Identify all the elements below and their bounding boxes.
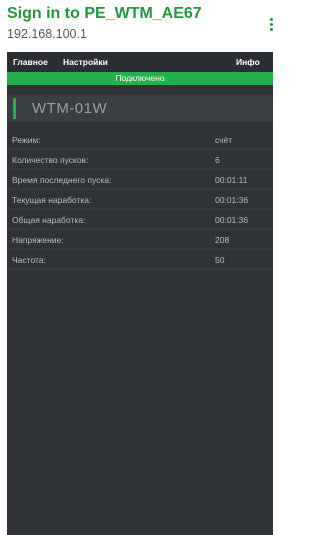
device-strip <box>7 85 273 95</box>
device-marker <box>13 98 16 119</box>
nav-item-main[interactable]: Главное <box>13 57 48 67</box>
param-row-total-runtime: Общая наработка: 00:01:36 <box>7 210 273 230</box>
param-value: 50 <box>215 255 225 265</box>
nav-item-settings[interactable]: Настройки <box>63 57 108 67</box>
top-nav: Главное Настройки Инфо <box>7 52 273 72</box>
param-label: Текущая наработка: <box>12 195 92 205</box>
dialog-header: Sign in to PE_WTM_AE67 192.168.100.1 <box>0 0 280 52</box>
param-row-mode: Режим: счёт <box>7 130 273 150</box>
device-header: WTM-01W <box>7 95 273 122</box>
param-value: 6 <box>215 155 220 165</box>
param-row-frequency: Частота: 50 <box>7 250 273 270</box>
dialog-subtitle: 192.168.100.1 <box>7 27 87 41</box>
param-value: 00:01:11 <box>215 175 248 185</box>
param-value: счёт <box>215 135 233 145</box>
parameter-list: Режим: счёт Количество пусков: 6 Время п… <box>7 130 273 270</box>
nav-item-info[interactable]: Инфо <box>236 57 260 67</box>
device-name: WTM-01W <box>32 100 108 117</box>
device-web-panel: Главное Настройки Инфо Подключено WTM-01… <box>7 52 273 535</box>
menu-dot <box>270 28 273 31</box>
param-label: Общая наработка: <box>12 215 86 225</box>
param-row-voltage: Напряжение: 208 <box>7 230 273 250</box>
param-label: Режим: <box>12 135 41 145</box>
param-row-last-start: Время последнего пуска: 00:01:11 <box>7 170 273 190</box>
param-label: Количество пусков: <box>12 155 89 165</box>
menu-dot <box>270 18 273 21</box>
param-row-starts: Количество пусков: 6 <box>7 150 273 170</box>
param-value: 208 <box>215 235 230 245</box>
dialog-title: Sign in to PE_WTM_AE67 <box>7 5 202 22</box>
param-row-current-runtime: Текущая наработка: 00:01:36 <box>7 190 273 210</box>
param-label: Напряжение: <box>12 235 64 245</box>
menu-dot <box>270 23 273 26</box>
more-vert-icon[interactable] <box>270 18 274 31</box>
param-label: Частота: <box>12 255 46 265</box>
param-value: 00:01:36 <box>215 215 249 225</box>
connection-status-bar: Подключено <box>7 72 273 85</box>
param-value: 00:01:36 <box>215 195 249 205</box>
param-label: Время последнего пуска: <box>12 175 112 185</box>
